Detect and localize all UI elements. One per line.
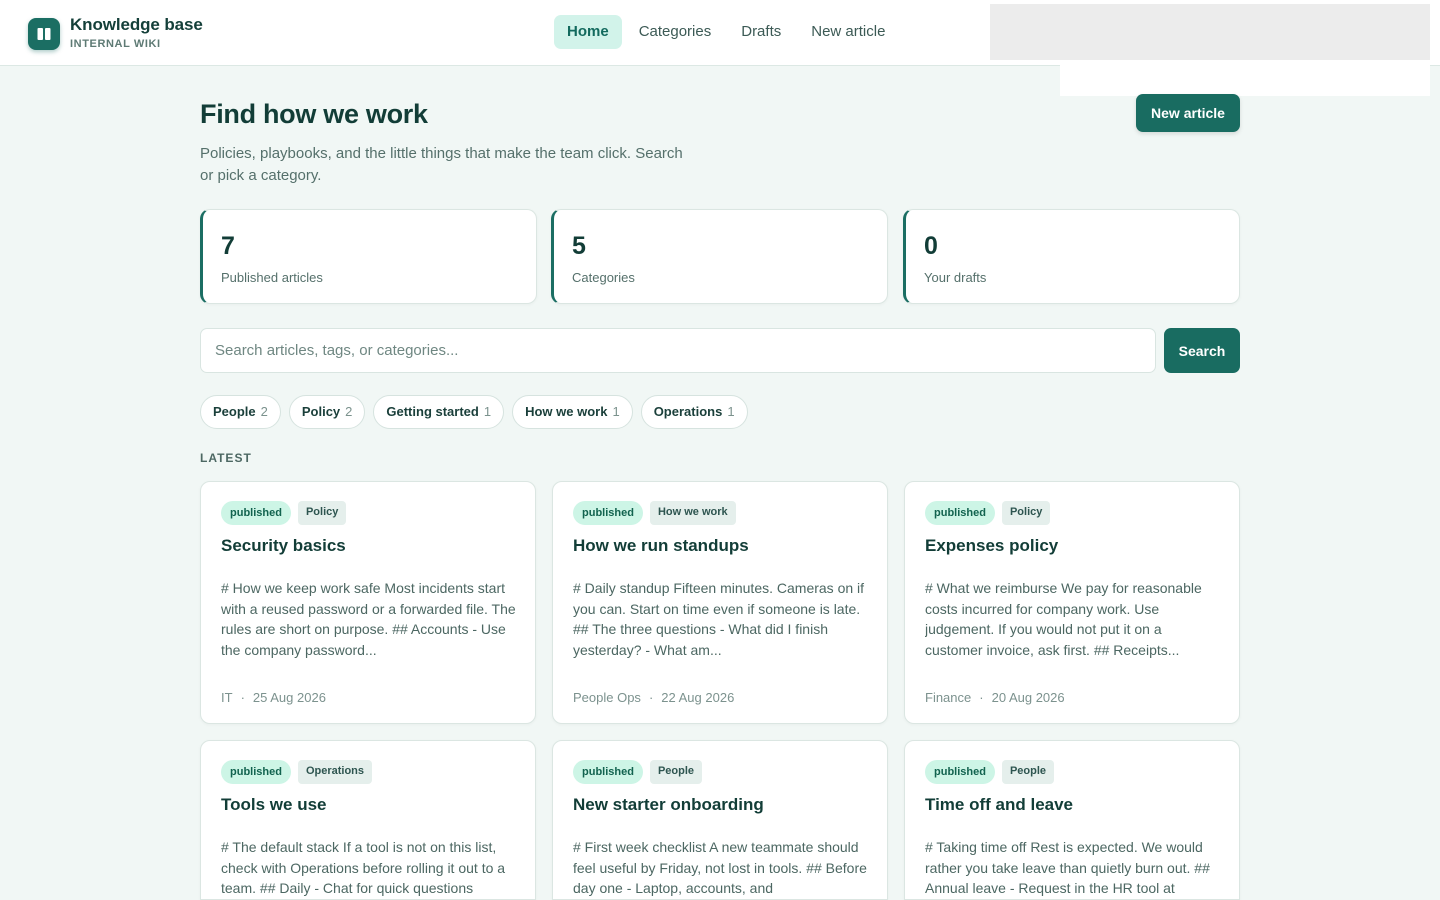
new-article-button[interactable]: New article — [1136, 94, 1240, 132]
status-badge: published — [221, 760, 291, 784]
nav-home[interactable]: Home — [554, 15, 622, 49]
article-title[interactable]: New starter onboarding — [573, 795, 764, 815]
article-meta: Finance · 20 Aug 2026 — [925, 690, 1065, 705]
page-title: Find how we work — [200, 99, 428, 129]
article-excerpt: # What we reimburse We pay for reasonabl… — [925, 580, 1202, 659]
article-meta: People Ops · 22 Aug 2026 — [573, 690, 735, 705]
search-input[interactable] — [200, 328, 1156, 373]
chip-label: How we work — [525, 404, 608, 419]
article-date: 25 Aug 2026 — [252, 690, 326, 705]
chip-count: 2 — [260, 404, 268, 419]
stat-label: Your drafts — [924, 270, 987, 285]
stat-published-articles: 7 Published articles — [200, 209, 537, 304]
chip-label: Policy — [301, 404, 341, 419]
section-label-latest: LATEST — [200, 451, 252, 465]
stat-categories: 5 Categories — [551, 209, 888, 304]
article-date: 22 Aug 2026 — [661, 690, 735, 705]
article-card[interactable]: published People New starter onboarding … — [552, 740, 888, 900]
search-button[interactable]: Search — [1164, 328, 1240, 373]
stat-label: Categories — [572, 270, 635, 285]
book-icon — [28, 17, 60, 50]
article-card[interactable]: published People Time off and leave # Ta… — [904, 740, 1240, 900]
nav-categories[interactable]: Categories — [626, 15, 725, 49]
brand[interactable]: Knowledge base INTERNAL WIKI — [28, 16, 203, 51]
article-team: IT — [221, 690, 233, 705]
article-excerpt: # Daily standup Fifteen minutes. Cameras… — [573, 580, 865, 659]
chip-count: 2 — [345, 404, 353, 419]
chip-getting-started[interactable]: Getting started 1 — [373, 395, 505, 429]
article-excerpt: # First week checklist A new teammate sh… — [573, 839, 867, 897]
article-card[interactable]: published Operations Tools we use # The … — [200, 740, 536, 900]
status-badge: published — [573, 760, 643, 784]
chip-count: 1 — [727, 404, 735, 419]
brand-title: Knowledge base — [70, 15, 203, 34]
placeholder-banner — [990, 4, 1430, 60]
brand-subtitle: INTERNAL WIKI — [70, 38, 161, 50]
chip-people[interactable]: People 2 — [200, 395, 281, 429]
nav-drafts[interactable]: Drafts — [728, 15, 794, 49]
article-meta: IT · 25 Aug 2026 — [221, 690, 326, 705]
status-badge: published — [221, 501, 291, 525]
top-bar: Knowledge base INTERNAL WIKI Home Catego… — [0, 0, 1440, 66]
stat-value: 0 — [924, 232, 938, 260]
article-excerpt: # The default stack If a tool is not on … — [221, 839, 506, 897]
article-title[interactable]: Security basics — [221, 536, 346, 556]
category-badge: People — [649, 760, 703, 784]
main-nav: Home Categories Drafts New article — [554, 15, 902, 49]
chip-count: 1 — [483, 404, 492, 419]
stat-your-drafts: 0 Your drafts — [903, 209, 1240, 304]
chip-policy[interactable]: Policy 2 — [288, 395, 366, 429]
chip-label: Operations — [653, 404, 723, 419]
status-badge: published — [925, 760, 995, 784]
category-badge: Policy — [1001, 501, 1051, 525]
stat-value: 7 — [221, 232, 235, 260]
status-badge: published — [573, 501, 643, 525]
chip-how-we-work[interactable]: How we work 1 — [512, 395, 633, 429]
category-badge: How we work — [649, 501, 736, 525]
article-excerpt: # How we keep work safe Most incidents s… — [221, 580, 516, 659]
chip-label: Getting started — [386, 404, 479, 419]
placeholder-panel — [1060, 60, 1430, 96]
article-card[interactable]: published How we work How we run standup… — [552, 481, 888, 724]
article-card[interactable]: published Policy Expenses policy # What … — [904, 481, 1240, 724]
category-badge: Policy — [297, 501, 347, 525]
nav-new-article[interactable]: New article — [798, 15, 898, 49]
article-title[interactable]: Tools we use — [221, 795, 327, 815]
category-badge: People — [1001, 760, 1055, 784]
article-title[interactable]: Expenses policy — [925, 536, 1058, 556]
stat-value: 5 — [572, 232, 586, 260]
stat-label: Published articles — [221, 270, 323, 285]
category-chips: People 2 Policy 2 Getting started 1 How we … — [200, 395, 756, 429]
page-description: Policies, playbooks, and the little thin… — [200, 145, 683, 184]
category-badge: Operations — [297, 760, 373, 784]
article-excerpt: # Taking time off Rest is expected. We w… — [925, 839, 1210, 897]
article-team: People Ops — [573, 690, 641, 705]
chip-operations[interactable]: Operations 1 — [640, 395, 748, 429]
article-team: Finance — [925, 690, 972, 705]
article-title[interactable]: Time off and leave — [925, 795, 1073, 815]
chip-label: People — [213, 404, 256, 419]
article-title[interactable]: How we run standups — [573, 536, 749, 556]
article-date: 20 Aug 2026 — [991, 690, 1065, 705]
status-badge: published — [925, 501, 995, 525]
article-card[interactable]: published Policy Security basics # How w… — [200, 481, 536, 724]
chip-count: 1 — [612, 404, 620, 419]
